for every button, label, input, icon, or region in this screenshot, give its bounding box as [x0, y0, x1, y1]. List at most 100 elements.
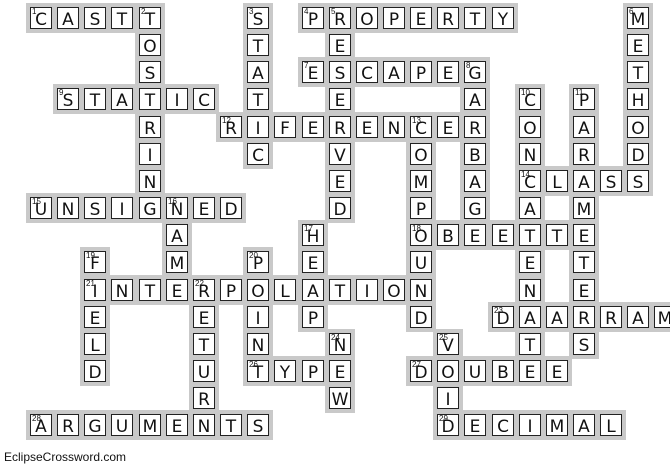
cell-letter: A [252, 64, 264, 84]
cell-letter: I [119, 200, 125, 220]
grid-cell: I [437, 387, 459, 409]
grid-cell: A [302, 279, 324, 301]
cell-letter: M [169, 254, 185, 274]
grid-cell: S [329, 61, 351, 83]
cell-letter: I [92, 282, 98, 302]
cell-letter: O [631, 119, 645, 139]
cell-letter: O [360, 10, 374, 30]
grid-cell: 18 O [410, 224, 432, 246]
cell-letter: R [469, 119, 481, 139]
grid-cell: 28 A [30, 414, 52, 436]
cell-letter: E [524, 363, 536, 383]
cell-letter: C [198, 91, 210, 111]
grid-cell: I [247, 116, 269, 138]
grid-cell: 3S [247, 7, 269, 29]
grid-cell: R [573, 306, 595, 328]
cell-letter: E [415, 10, 427, 30]
grid-cell: D [220, 197, 242, 219]
grid-cell: E [329, 34, 351, 56]
grid-cell: G [84, 414, 106, 436]
grid-cell: A [519, 197, 541, 219]
cell-letter: N [197, 417, 211, 437]
grid-cell: T [329, 279, 351, 301]
grid-cell: S [600, 170, 622, 192]
grid-cell: M [573, 197, 595, 219]
cell-letter: C [524, 91, 536, 111]
grid-cell: A [464, 170, 486, 192]
cell-letter: S [578, 336, 590, 356]
grid-cell: N [519, 143, 541, 165]
cell-letter: F [90, 254, 100, 274]
grid-cell: I [139, 143, 161, 165]
grid-cell: R [57, 414, 79, 436]
cell-letter: A [388, 64, 400, 84]
cell-letter: E [307, 64, 319, 84]
cell-letter: R [198, 390, 210, 410]
cell-letter: A [551, 309, 563, 329]
cell-letter: A [524, 309, 536, 329]
grid-cell: 9S [57, 88, 79, 110]
grid-cell: E [573, 279, 595, 301]
grid-cell: C [356, 61, 378, 83]
cell-letter: N [387, 119, 401, 139]
grid-cell: S [573, 333, 595, 355]
grid-cell: T [247, 88, 269, 110]
grid-cell: E [329, 360, 351, 382]
grid-cell: 21 I [84, 279, 106, 301]
grid-cell: O [437, 360, 459, 382]
grid-cell: R [573, 143, 595, 165]
cell-letter: N [143, 173, 157, 193]
cell-letter: C [361, 64, 373, 84]
cell-letter: F [280, 119, 290, 139]
cell-letter: S [89, 10, 101, 30]
cell-letter: R [334, 119, 346, 139]
grid-cell: R [437, 7, 459, 29]
cell-letter: E [469, 227, 481, 247]
grid-cell: A [627, 306, 649, 328]
cell-letter: A [116, 91, 128, 111]
grid-cell: T [573, 251, 595, 273]
grid-cell: E [437, 61, 459, 83]
cell-letter: T [252, 91, 264, 111]
cell-letter: C [497, 417, 509, 437]
grid-cell: 29 D [437, 414, 459, 436]
cell-letter: E [171, 282, 183, 302]
cell-letter: T [632, 64, 644, 84]
grid-cell: 10 C [519, 88, 541, 110]
grid-cell: G [464, 197, 486, 219]
grid-cell: D [84, 360, 106, 382]
grid-cell: M [546, 414, 568, 436]
cell-letter: W [331, 390, 349, 410]
cell-letter: I [255, 309, 261, 329]
cell-letter: S [632, 173, 644, 193]
cell-letter: R [334, 10, 346, 30]
grid-cell: E [193, 197, 215, 219]
cell-letter: A [62, 10, 74, 30]
cell-letter: T [116, 10, 128, 30]
cell-letter: D [414, 309, 428, 329]
cell-letter: T [252, 363, 264, 383]
grid-cell: I [356, 279, 378, 301]
cell-letter: O [414, 146, 428, 166]
grid-cell: U [464, 360, 486, 382]
cell-letter: R [442, 10, 454, 30]
grid-cell: M [410, 170, 432, 192]
grid-cell: N [57, 197, 79, 219]
grid-cell: A [383, 61, 405, 83]
grid-cell: I [519, 414, 541, 436]
grid-cell: 14 C [519, 170, 541, 192]
grid-cell: 27 D [410, 360, 432, 382]
cell-letter: L [552, 173, 562, 193]
cell-letter: D [414, 363, 428, 383]
cell-letter: A [307, 282, 319, 302]
cell-letter: O [251, 282, 265, 302]
grid-cell: E [193, 306, 215, 328]
grid-cell: N [383, 116, 405, 138]
cell-letter: P [225, 282, 237, 302]
cell-letter: L [280, 282, 290, 302]
grid-cell: A [464, 88, 486, 110]
grid-cell: D [410, 306, 432, 328]
grid-cell: 20 P [247, 251, 269, 273]
grid-cell: T [139, 88, 161, 110]
grid-cell: 4P [302, 7, 324, 29]
